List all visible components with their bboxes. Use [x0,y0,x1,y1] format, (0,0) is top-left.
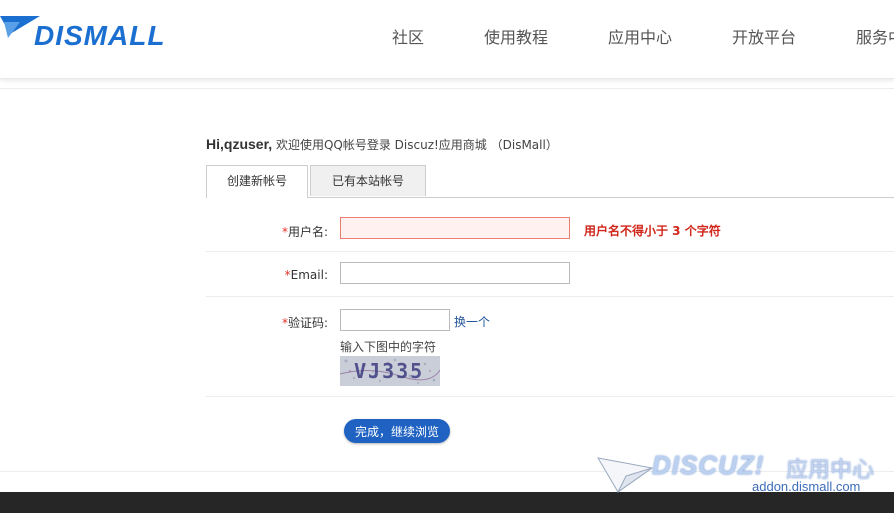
captcha-text: VJ335 [354,359,425,383]
greeting-user: Hi,qzuser, [206,136,273,152]
account-tabs: 创建新帐号 已有本站帐号 [206,165,894,198]
greeting: Hi,qzuser, 欢迎使用QQ帐号登录 Discuz!应用商城 （DisMa… [206,136,558,153]
nav-item-tutorial[interactable]: 使用教程 [484,24,548,48]
nav-item-app-center[interactable]: 应用中心 [608,24,672,48]
logo-text: DISMALL [34,20,166,51]
nav-item-community[interactable]: 社区 [392,24,424,48]
captcha-label: *验证码: [281,316,328,330]
footer-bar [0,492,894,513]
email-input[interactable] [340,262,570,284]
nav-item-service[interactable]: 服务中 [856,24,894,48]
tab-existing-account[interactable]: 已有本站帐号 [310,165,426,196]
discuz-watermark: DISCUZ! 应用中心 addon.dismall.com [596,450,894,495]
username-error: 用户名不得小于 3 个字符 [584,224,721,238]
row-divider [206,396,894,397]
row-divider [206,251,894,252]
paper-plane-icon [597,457,654,493]
dismall-logo[interactable]: DISMALL [0,14,190,54]
row-divider [206,296,894,297]
captcha-hint: 输入下图中的字符 [340,340,437,354]
captcha-refresh-link[interactable]: 换一个 [454,313,490,330]
captcha-image[interactable]: VJ335 [340,356,440,386]
greeting-message: 欢迎使用QQ帐号登录 Discuz!应用商城 （DisMall） [272,138,558,152]
tab-create-account[interactable]: 创建新帐号 [206,165,308,198]
email-label: *Email: [284,268,328,282]
watermark-brand: DISCUZ! [652,450,765,480]
submit-button[interactable]: 完成，继续浏览 [344,419,450,443]
username-input[interactable] [340,217,570,239]
captcha-input[interactable] [340,309,450,331]
username-label: *用户名: [281,225,328,239]
header-divider [0,88,894,89]
site-header: DISMALL 社区 使用教程 应用中心 开放平台 服务中 [0,0,894,79]
nav-item-open-platform[interactable]: 开放平台 [732,24,796,48]
watermark-url: addon.dismall.com [752,479,861,494]
